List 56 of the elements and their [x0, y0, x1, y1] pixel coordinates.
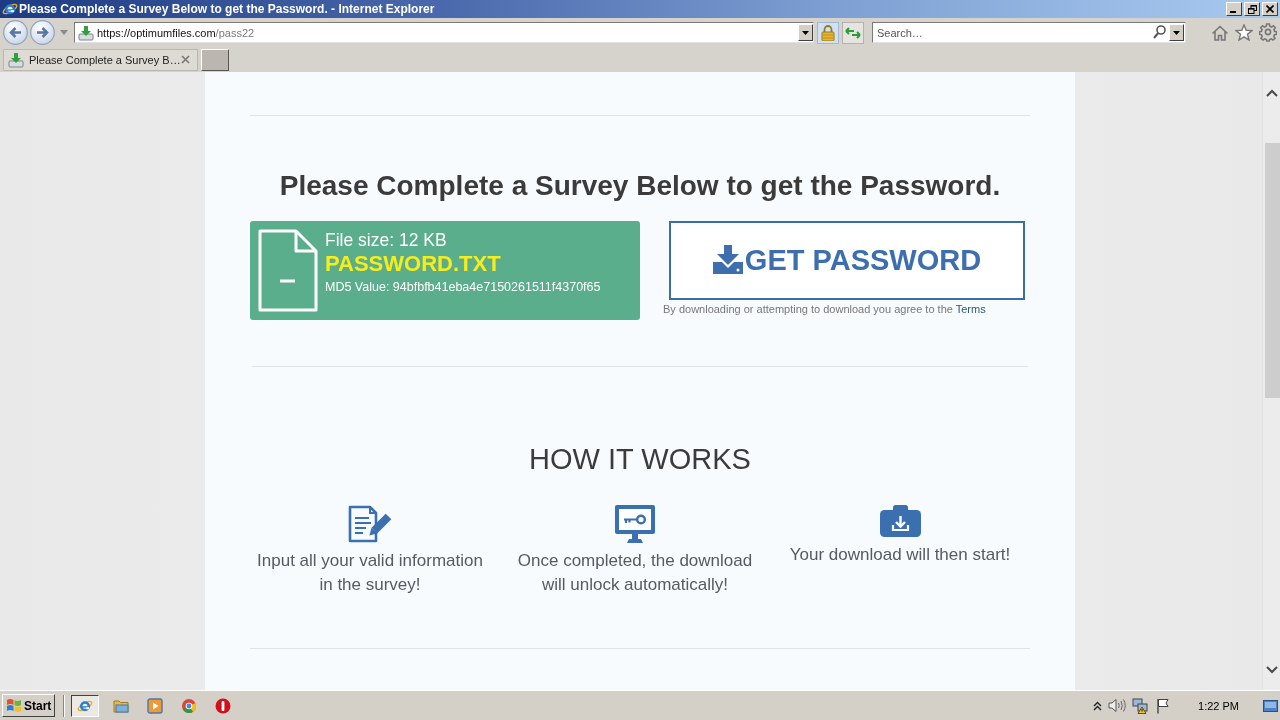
show-desktop-icon[interactable]: [1263, 699, 1278, 712]
new-tab-button[interactable]: [201, 48, 229, 71]
file-name: PASSWORD.TXT: [325, 251, 502, 276]
dropdown-button[interactable]: [1169, 24, 1184, 41]
browser-logo-icon[interactable]: [71, 694, 100, 717]
monitor-key-icon: [615, 505, 655, 543]
md5-value: MD5 Value: 94bfbfb41eba4e7150261511f4370f65: [325, 279, 601, 295]
section-heading: HOW IT WORKS: [528, 442, 752, 477]
terms-link[interactable]: Terms: [955, 303, 986, 315]
download-icon: [8, 51, 24, 68]
file-icon: [258, 229, 318, 312]
scroll-down-icon[interactable]: [1265, 666, 1278, 674]
forward-button[interactable]: [30, 20, 55, 45]
file-size: File size: 12 KB: [325, 229, 448, 251]
address-field[interactable]: https://optimumfiles.com/pass22: [74, 22, 814, 43]
flag-logo-icon: [6, 698, 22, 713]
clock[interactable]: 1:22 PM: [1198, 699, 1239, 712]
caret-down-icon: [802, 30, 809, 35]
caret-down-icon: [1173, 30, 1180, 35]
close-button[interactable]: [1262, 2, 1278, 16]
settings-icon[interactable]: [1259, 23, 1277, 42]
refresh-button[interactable]: [842, 21, 864, 44]
restore-icon: [1247, 4, 1257, 14]
step-description: Your download will then start!: [789, 544, 1011, 566]
dropdown-button[interactable]: [798, 24, 813, 41]
browser-logo-icon: [2, 1, 18, 17]
download-box-icon: [879, 505, 921, 537]
network-icon[interactable]: [1132, 697, 1151, 714]
browser-tab[interactable]: Please Complete a Survey B…: [3, 48, 198, 71]
restore-button[interactable]: [1244, 2, 1260, 16]
terms-notice: By downloading or attempting to download you agree to the Terms: [663, 303, 987, 316]
scrollbar-thumb[interactable]: [1264, 143, 1280, 398]
scroll-up-icon[interactable]: [1265, 89, 1278, 97]
window-title: Please Complete a Survey Below to get the Password. - Internet Explorer: [19, 2, 435, 16]
padlock-icon: [821, 24, 835, 41]
refresh-icon: [845, 25, 861, 40]
search-field[interactable]: Search…: [872, 22, 1186, 43]
search-icon[interactable]: [1153, 25, 1166, 39]
flag-icon[interactable]: [1156, 697, 1171, 714]
form-pencil-icon: [348, 505, 392, 543]
back-button[interactable]: [3, 20, 28, 45]
start-button[interactable]: Start: [2, 694, 56, 717]
close-icon: [1266, 5, 1274, 13]
step-description: Input all your valid information in the survey!: [256, 550, 484, 596]
step-description: Once completed, the download will unlock automatically!: [516, 550, 754, 596]
page-heading: Please Complete a Survey Below to get the Password.: [278, 169, 1002, 203]
url-text: https://optimumfiles.com/pass22: [97, 26, 255, 39]
close-icon[interactable]: [180, 55, 190, 64]
tray-expand-icon[interactable]: [1093, 700, 1103, 711]
get-password-button[interactable]: GET PASSWORD: [669, 221, 1025, 300]
download-icon: [712, 245, 743, 274]
home-icon[interactable]: [1211, 24, 1229, 41]
minimize-button[interactable]: [1226, 2, 1242, 16]
star-icon[interactable]: [1235, 24, 1253, 41]
speaker-icon[interactable]: [1108, 698, 1127, 713]
download-icon: [78, 24, 94, 41]
